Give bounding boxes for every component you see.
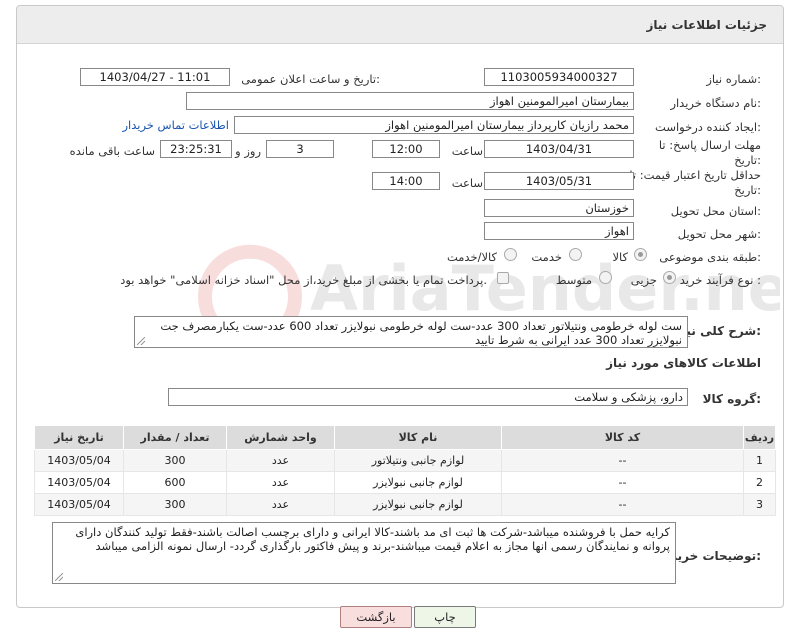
table-row: 1403/05/04 600 عدد لوازم جانبی نبولایزر … [34, 471, 776, 494]
cell-need-date: 1403/05/04 [34, 449, 124, 472]
buyer-notes-textarea[interactable]: کرایه حمل با فروشنده میباشد-شرکت ها ثبت … [52, 522, 676, 584]
cell-row: 2 [743, 471, 776, 494]
category-option-service: خدمت [531, 250, 562, 264]
cell-unit: عدد [226, 471, 335, 494]
category-option-goods-service: کالا/خدمت [446, 250, 497, 264]
cell-quantity: 600 [123, 471, 227, 494]
category-radio-goods-service[interactable] [504, 248, 517, 261]
remaining-time-field: 23:25:31 [160, 140, 232, 158]
category-label: طبقه بندی موضوعی: [659, 250, 761, 264]
cell-need-date: 1403/05/04 [34, 493, 124, 516]
process-label: نوع فرآیند خرید : [679, 273, 761, 287]
deadline-label: مهلت ارسال پاسخ: تا [658, 138, 761, 152]
days-label: روز و [235, 144, 261, 158]
goods-section-title: اطلاعات کالاهای مورد نیاز [606, 356, 761, 370]
treasury-note: پرداخت تمام یا بخشی از مبلغ خرید،از محل … [120, 273, 487, 287]
city-field: اهواز [484, 222, 634, 240]
process-option-minor: جزیی [630, 273, 657, 287]
col-goods-code: کد کالا [501, 425, 744, 450]
buyer-contact-link[interactable]: اطلاعات تماس خریدار [122, 118, 229, 132]
col-need-date: تاریخ نیاز [34, 425, 124, 450]
days-field: 3 [266, 140, 334, 158]
validity-time-field: 14:00 [372, 172, 440, 190]
treasury-checkbox[interactable] [497, 272, 509, 284]
col-row: ردیف [743, 425, 776, 450]
description-textarea[interactable]: ست لوله خرطومی ونتیلاتور تعداد 300 عدد-س… [134, 316, 688, 348]
col-quantity: تعداد / مقدار [123, 425, 227, 450]
need-number-field: 1103005934000327 [484, 68, 634, 86]
cell-goods-name: لوازم جانبی نبولایزر [334, 493, 502, 516]
resize-grip-icon[interactable] [137, 337, 145, 345]
cell-goods-code: -- [501, 493, 744, 516]
buyer-label: نام دستگاه خریدار: [670, 96, 761, 110]
creator-field: محمد رازیان کارپرداز بیمارستان امیرالموم… [234, 116, 634, 134]
process-radio-medium[interactable] [599, 271, 612, 284]
goods-group-label: گروه کالا: [702, 392, 761, 406]
items-table: تاریخ نیاز تعداد / مقدار واحد شمارش نام … [34, 425, 776, 516]
process-radio-minor[interactable] [663, 271, 676, 284]
cell-quantity: 300 [123, 493, 227, 516]
page-title: جزئیات اطلاعات نیاز [646, 18, 767, 32]
col-goods-name: نام کالا [334, 425, 502, 450]
cell-row: 1 [743, 449, 776, 472]
print-button[interactable]: چاپ [414, 606, 476, 628]
deadline-time-field: 12:00 [372, 140, 440, 158]
validity-label: حداقل تاریخ اعتبار قیمت: تا [629, 168, 761, 182]
remaining-label: ساعت باقی مانده [69, 144, 155, 158]
table-header-row: تاریخ نیاز تعداد / مقدار واحد شمارش نام … [34, 425, 776, 450]
cell-unit: عدد [226, 493, 335, 516]
cell-goods-code: -- [501, 471, 744, 494]
buyer-field: بیمارستان امیرالمومنین اهواز [186, 92, 634, 110]
category-option-goods: کالا [612, 250, 628, 264]
province-field: خوزستان [484, 199, 634, 217]
need-number-label: شماره نیاز: [706, 72, 761, 86]
announce-label: تاریخ و ساعت اعلان عمومی: [241, 72, 380, 86]
province-label: استان محل تحویل: [670, 204, 761, 218]
description-text: ست لوله خرطومی ونتیلاتور تعداد 300 عدد-س… [160, 319, 682, 347]
resize-grip-icon[interactable] [55, 573, 63, 581]
validity-time-label: ساعت [451, 176, 483, 190]
cell-need-date: 1403/05/04 [34, 471, 124, 494]
table-row: 1403/05/04 300 عدد لوازم جانبی ونتیلاتور… [34, 449, 776, 472]
cell-goods-name: لوازم جانبی نبولایزر [334, 471, 502, 494]
cell-row: 3 [743, 493, 776, 516]
deadline-date-field: 1403/04/31 [484, 140, 634, 158]
announce-field: 1403/04/27 - 11:01 [80, 68, 230, 86]
panel-header: جزئیات اطلاعات نیاز [17, 6, 783, 44]
table-row: 1403/05/04 300 عدد لوازم جانبی نبولایزر … [34, 493, 776, 516]
cell-goods-code: -- [501, 449, 744, 472]
deadline-date-label: تاریخ: [734, 153, 761, 167]
process-option-medium: متوسط [555, 273, 592, 287]
goods-group-field: دارو، پزشکی و سلامت [168, 388, 688, 406]
cell-unit: عدد [226, 449, 335, 472]
back-button[interactable]: بازگشت [340, 606, 412, 628]
cell-goods-name: لوازم جانبی ونتیلاتور [334, 449, 502, 472]
validity-date-field: 1403/05/31 [484, 172, 634, 190]
city-label: شهر محل تحویل: [677, 227, 761, 241]
category-radio-goods[interactable] [634, 248, 647, 261]
creator-label: ایجاد کننده درخواست: [655, 120, 761, 134]
col-unit: واحد شمارش [226, 425, 335, 450]
validity-date-label: تاریخ: [734, 183, 761, 197]
cell-quantity: 300 [123, 449, 227, 472]
category-radio-service[interactable] [569, 248, 582, 261]
deadline-time-label: ساعت [451, 144, 483, 158]
buyer-notes-text: کرایه حمل با فروشنده میباشد-شرکت ها ثبت … [75, 525, 670, 553]
